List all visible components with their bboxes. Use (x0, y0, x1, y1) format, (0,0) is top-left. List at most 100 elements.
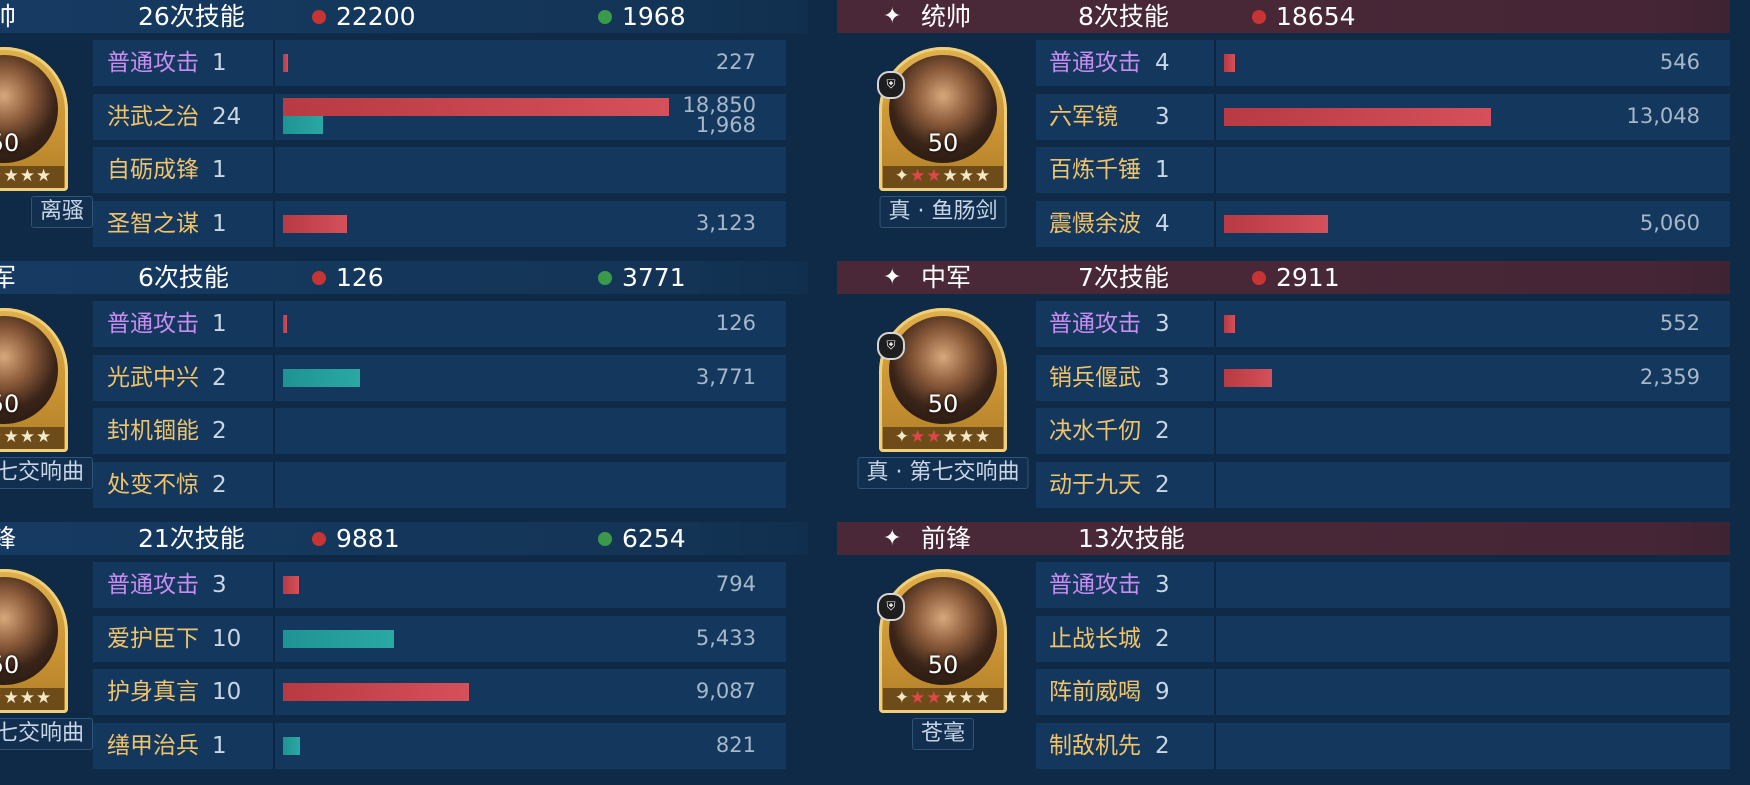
equipment-tag[interactable]: 苍毫 (911, 718, 975, 750)
skill-row[interactable]: 缮甲治兵 1 821 (93, 722, 786, 769)
general-portrait[interactable]: ⛨ 50 ✦★★★★★ (877, 569, 1007, 713)
damage-total: 9881 (312, 522, 400, 555)
skill-row[interactable]: 处变不惊 2 (93, 461, 786, 508)
skill-trigger-count: 3 (1155, 364, 1170, 391)
unit-type-icon: ⛨ (877, 332, 905, 360)
bar-value: 3,771 (695, 364, 756, 389)
bar-value: 126 (715, 311, 756, 335)
skill-name: 百炼千锤 (1049, 157, 1141, 183)
damage-total: 2911 (1252, 261, 1340, 294)
skill-name: 阵前威喝 (1049, 679, 1141, 705)
skill-row[interactable]: 制敌机先 2 (1036, 722, 1730, 769)
skill-row[interactable]: 自砺成锋 1 (93, 147, 786, 193)
skill-row[interactable]: 普通攻击 3 794 (93, 562, 786, 608)
skill-row[interactable]: 护身真言 10 9,087 (93, 669, 786, 715)
equipment-tag[interactable]: 第七交响曲 (0, 457, 93, 489)
row-divider (1214, 200, 1216, 247)
equipment-tag[interactable]: 真 · 第七交响曲 (857, 457, 1029, 489)
bar-value: 821 (715, 732, 756, 757)
general-portrait[interactable]: ⛨ 50 ✦★★★★★ (877, 308, 1007, 452)
skill-row[interactable]: 普通攻击 1 126 (93, 301, 786, 347)
row-divider (273, 722, 275, 769)
row-divider (273, 301, 275, 347)
row-divider (273, 669, 275, 715)
skill-row[interactable]: 决水千仞 2 (1036, 408, 1730, 454)
skill-trigger-count: 3 (212, 572, 227, 598)
skill-cast-count: 21次技能 (138, 524, 245, 553)
bar-value: 227 (715, 50, 756, 74)
skill-trigger-count: 4 (1155, 210, 1170, 237)
bar-value: 2,359 (1639, 364, 1700, 389)
skill-trigger-count: 2 (212, 471, 227, 498)
section-header: ✦ 统帅 8次技能 18654 (837, 0, 1730, 33)
position-role: 统帅 (921, 2, 972, 31)
skill-trigger-count: 1 (1155, 157, 1170, 183)
row-divider (1214, 301, 1216, 347)
skill-name: 护身真言 (107, 679, 199, 705)
skill-row[interactable]: 普通攻击 1 227 (93, 40, 786, 86)
row-divider (1214, 722, 1216, 769)
damage-bar (283, 315, 287, 333)
skill-trigger-count: 1 (212, 50, 227, 76)
general-portrait[interactable]: 50 ✦★★★★★ (0, 308, 68, 452)
skill-row[interactable]: 光武中兴 2 3,771 (93, 354, 786, 401)
skill-row[interactable]: 阵前威喝 9 (1036, 669, 1730, 715)
skill-name: 光武中兴 (107, 364, 199, 391)
skill-name: 洪武之治 (107, 103, 199, 130)
skill-row[interactable]: 圣智之谋 1 3,123 (93, 200, 786, 247)
star-rating: ✦★★★★★ (0, 166, 64, 188)
equipment-tag[interactable]: 第七交响曲 (0, 718, 93, 750)
right-section-统帅: ✦ 统帅 8次技能 18654 ⛨ 50 ✦★★★★★ 真 · 鱼肠剑 普通攻击 4 546 六军镜 3… (837, 0, 1730, 260)
skill-name: 普通攻击 (107, 50, 199, 76)
heal-bar (283, 115, 323, 134)
skill-row[interactable]: 封机锢能 2 (93, 408, 786, 454)
skill-row[interactable]: 普通攻击 3 552 (1036, 301, 1730, 347)
skill-trigger-count: 2 (212, 418, 227, 444)
skill-name: 缮甲治兵 (107, 732, 199, 759)
unit-type-icon: ⛨ (877, 71, 905, 99)
general-portrait[interactable]: 50 ✦★★★★★ (0, 569, 68, 713)
left-section-统帅: 统帅 26次技能 22200 1968 50 ✦★★★★★ 离骚 普通攻击 1 227 洪武之治 24… (0, 0, 808, 260)
skill-row[interactable]: 震慑余波 4 5,060 (1036, 200, 1730, 247)
heal-total-value: 6254 (622, 524, 686, 553)
heal-total: 3771 (598, 261, 686, 294)
skill-trigger-count: 1 (212, 311, 227, 337)
skill-row[interactable]: 止战长城 2 (1036, 615, 1730, 662)
row-divider (273, 200, 275, 247)
skill-name: 普通攻击 (107, 311, 199, 337)
sparkle-icon: ✦ (883, 4, 902, 29)
damage-bar (283, 576, 299, 594)
skill-name: 震慑余波 (1049, 210, 1141, 237)
skill-trigger-count: 24 (212, 103, 242, 130)
skill-trigger-count: 3 (1155, 311, 1170, 337)
general-level: 50 (0, 651, 20, 679)
damage-dot-icon (312, 270, 326, 285)
skill-name: 处变不惊 (107, 471, 199, 498)
left-section-前锋: 前锋 21次技能 9881 6254 50 ✦★★★★★ 第七交响曲 普通攻击 3 794 爱护臣下… (0, 522, 808, 782)
skill-row[interactable]: 动于九天 2 (1036, 461, 1730, 508)
general-portrait[interactable]: 50 ✦★★★★★ (0, 47, 68, 191)
damage-total-value: 2911 (1276, 263, 1340, 292)
equipment-tag[interactable]: 离骚 (30, 196, 93, 228)
skill-row[interactable]: 普通攻击 4 546 (1036, 40, 1730, 86)
star-rating: ✦★★★★★ (883, 427, 1003, 449)
skill-row[interactable]: 普通攻击 3 (1036, 562, 1730, 608)
skill-name: 圣智之谋 (107, 210, 199, 237)
skill-name: 动于九天 (1049, 471, 1141, 498)
star-rating: ✦★★★★★ (883, 688, 1003, 710)
row-divider (1214, 461, 1216, 508)
equipment-tag[interactable]: 真 · 鱼肠剑 (879, 196, 1007, 228)
damage-bar (283, 97, 669, 116)
section-header: 前锋 21次技能 9881 6254 (0, 522, 808, 555)
star-rating: ✦★★★★★ (883, 166, 1003, 188)
skill-row[interactable]: 洪武之治 24 18,850 1,968 (93, 93, 786, 140)
row-divider (1214, 93, 1216, 140)
skill-row[interactable]: 爱护臣下 10 5,433 (93, 615, 786, 662)
general-portrait[interactable]: ⛨ 50 ✦★★★★★ (877, 47, 1007, 191)
skill-row[interactable]: 六军镜 3 13,048 (1036, 93, 1730, 140)
heal-bar (283, 736, 300, 755)
skill-row[interactable]: 百炼千锤 1 (1036, 147, 1730, 193)
skill-row[interactable]: 销兵偃武 3 2,359 (1036, 354, 1730, 401)
row-divider (1214, 147, 1216, 193)
skill-name: 普通攻击 (1049, 311, 1141, 337)
